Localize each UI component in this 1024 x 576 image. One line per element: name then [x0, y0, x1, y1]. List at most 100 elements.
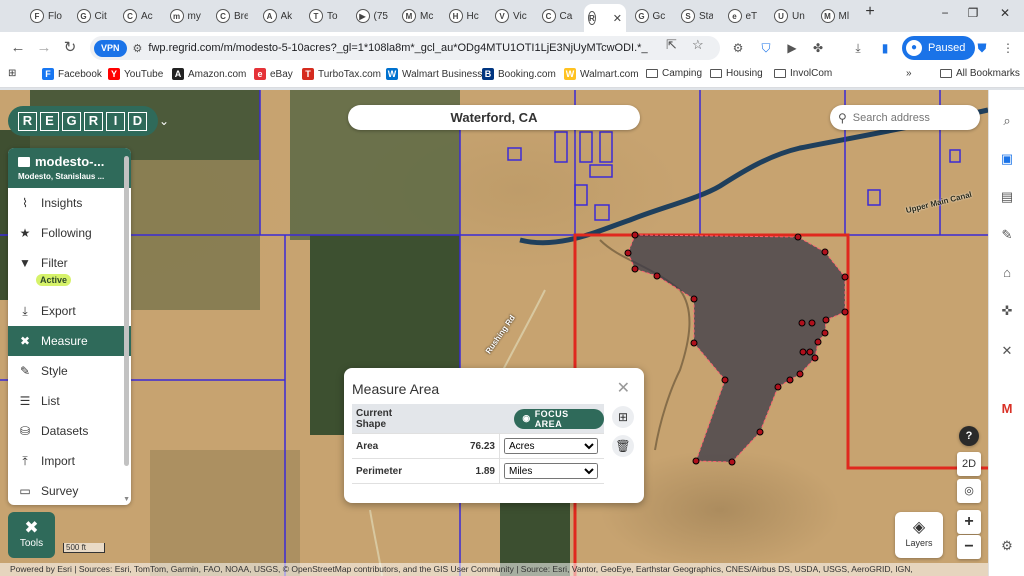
- vertex-handle[interactable]: [814, 338, 822, 346]
- back-icon[interactable]: ←: [8, 39, 28, 57]
- sidebar-item-following[interactable]: ★ Following: [8, 218, 131, 248]
- perimeter-unit-select[interactable]: MilesFeetKilometersMeters: [504, 463, 598, 479]
- all-bookmarks-button[interactable]: All Bookmarks: [940, 68, 1020, 79]
- bookmark-item[interactable]: W Walmart Business: [386, 68, 482, 80]
- sidebar-item-measure[interactable]: ✖ Measure: [8, 326, 131, 356]
- vertex-handle[interactable]: [841, 273, 849, 281]
- bookmark-star-icon[interactable]: ☆: [692, 37, 704, 53]
- sidebar-item-filter[interactable]: ▼ Filter: [8, 248, 131, 296]
- regrid-logo-button[interactable]: REGRID ⌄: [8, 106, 169, 136]
- sidebar-item-insights[interactable]: ⌇ Insights: [8, 188, 131, 218]
- vertex-handle[interactable]: [799, 348, 807, 356]
- browser-tab[interactable]: G Gc: [631, 4, 675, 28]
- browser-tab[interactable]: V Vic: [491, 4, 535, 28]
- sidebar-item-datasets[interactable]: ⛁ Datasets: [8, 416, 131, 446]
- vertex-handle[interactable]: [692, 457, 700, 465]
- bookmark-item[interactable]: Camping: [646, 68, 702, 79]
- site-info-icon[interactable]: ⚙: [133, 42, 143, 55]
- tag-icon[interactable]: ⌂: [998, 264, 1016, 282]
- vertex-handle[interactable]: [690, 339, 698, 347]
- browser-tab[interactable]: A Ak: [259, 4, 303, 28]
- bookmark-item[interactable]: W Walmart.com: [564, 68, 639, 80]
- help-button[interactable]: ?: [959, 426, 979, 446]
- reload-icon[interactable]: ↻: [60, 39, 80, 57]
- more-bookmarks-button[interactable]: »: [906, 68, 912, 79]
- window-minimize-button[interactable]: −: [930, 6, 960, 20]
- browser-tab[interactable]: C Ac: [119, 4, 163, 28]
- tools-icon[interactable]: ✕: [998, 342, 1016, 360]
- close-icon[interactable]: ✕: [617, 378, 630, 398]
- vertex-handle[interactable]: [721, 376, 729, 384]
- sidebar-item-import[interactable]: ⤒ Import: [8, 446, 131, 476]
- extension-gear-icon[interactable]: ⚙: [730, 40, 746, 56]
- vertex-handle[interactable]: [794, 233, 802, 241]
- sidebar-item-export[interactable]: ⤓ Export: [8, 296, 131, 326]
- game-controller-icon[interactable]: ✜: [998, 302, 1016, 320]
- locate-icon[interactable]: ◎: [957, 479, 981, 503]
- vertex-handle[interactable]: [821, 248, 829, 256]
- browser-tab[interactable]: C Ca: [538, 4, 582, 28]
- vertex-handle[interactable]: [624, 249, 632, 257]
- vertex-handle[interactable]: [728, 458, 736, 466]
- search-input[interactable]: [852, 111, 963, 124]
- browser-tab[interactable]: H Hc: [445, 4, 489, 28]
- view-mode-button[interactable]: 2D: [957, 452, 981, 476]
- browser-tab[interactable]: U Un: [770, 4, 814, 28]
- search-bar[interactable]: ⚲: [830, 105, 980, 130]
- video-icon[interactable]: ▶: [784, 40, 800, 56]
- browser-tab[interactable]: T To: [305, 4, 349, 28]
- vertex-handle[interactable]: [811, 354, 819, 362]
- address-bar[interactable]: VPN ⚙ fwp.regrid.com/m/modesto-5-10acres…: [90, 36, 720, 60]
- location-title[interactable]: Waterford, CA: [348, 105, 640, 130]
- bookmark-item[interactable]: T TurboTax.com: [302, 68, 381, 80]
- url-text[interactable]: fwp.regrid.com/m/modesto-5-10acres?_gl=1…: [148, 42, 648, 54]
- browser-tab[interactable]: G Cit: [73, 4, 117, 28]
- vertex-handle[interactable]: [821, 329, 829, 337]
- focus-area-button[interactable]: ◉ FOCUS AREA: [514, 408, 604, 429]
- sidepanel-icon[interactable]: ▮: [877, 40, 893, 56]
- bookmark-item[interactable]: e eBay: [254, 68, 293, 80]
- vertex-handle[interactable]: [841, 308, 849, 316]
- window-maximize-button[interactable]: ❐: [958, 6, 988, 20]
- settings-icon[interactable]: ⚙: [998, 537, 1016, 555]
- bookmark-item[interactable]: InvolCom: [774, 68, 832, 79]
- browser-tab[interactable]: ▶ (75: [352, 4, 396, 28]
- window-close-button[interactable]: ✕: [990, 6, 1020, 20]
- layers-button[interactable]: ◈ Layers: [895, 512, 943, 558]
- bookmark-item[interactable]: F Facebook: [42, 68, 102, 80]
- zoom-in-button[interactable]: +: [957, 510, 981, 534]
- vertex-handle[interactable]: [774, 383, 782, 391]
- browser-menu-icon[interactable]: ⋮: [1000, 40, 1016, 56]
- browser-tab[interactable]: M Ml: [817, 4, 861, 28]
- vertex-handle[interactable]: [756, 428, 764, 436]
- browser-tab[interactable]: e eT: [724, 4, 768, 28]
- scroll-down-icon[interactable]: ▼: [123, 496, 130, 503]
- measured-area-polygon[interactable]: [627, 234, 846, 463]
- apps-grid-icon[interactable]: ⊞: [8, 68, 16, 79]
- browser-tab[interactable]: S Sta: [677, 4, 721, 28]
- edit-icon[interactable]: ✎: [998, 226, 1016, 244]
- add-shape-icon[interactable]: ⊞: [612, 406, 634, 428]
- vertex-handle[interactable]: [786, 376, 794, 384]
- document-icon[interactable]: ▤: [998, 188, 1016, 206]
- browser-tab[interactable]: R ✕: [584, 4, 626, 32]
- sidebar-scrollbar[interactable]: [124, 156, 129, 466]
- vertex-handle[interactable]: [631, 231, 639, 239]
- browser-tab[interactable]: m my: [166, 4, 210, 28]
- forward-icon[interactable]: →: [34, 39, 54, 57]
- project-header[interactable]: modesto-... Modesto, Stanislaus ...: [8, 148, 131, 188]
- bookmark-item[interactable]: Housing: [710, 68, 763, 79]
- trash-icon[interactable]: 🗑: [612, 435, 634, 457]
- sidebar-item-survey[interactable]: ▭ Survey: [8, 476, 131, 505]
- vertex-handle[interactable]: [798, 319, 806, 327]
- new-tab-button[interactable]: +: [855, 3, 885, 21]
- share-icon[interactable]: ⇱: [666, 37, 677, 53]
- vertex-handle[interactable]: [822, 316, 830, 324]
- browser-tab[interactable]: C Bre: [212, 4, 256, 28]
- vertex-handle[interactable]: [806, 348, 814, 356]
- vertex-handle[interactable]: [653, 272, 661, 280]
- area-unit-select[interactable]: AcresSq FeetSq MilesHectares: [504, 438, 598, 454]
- sidebar-item-list[interactable]: ☰ List: [8, 386, 131, 416]
- shield-icon[interactable]: ⛉: [758, 40, 774, 56]
- close-tab-icon[interactable]: ✕: [613, 12, 622, 25]
